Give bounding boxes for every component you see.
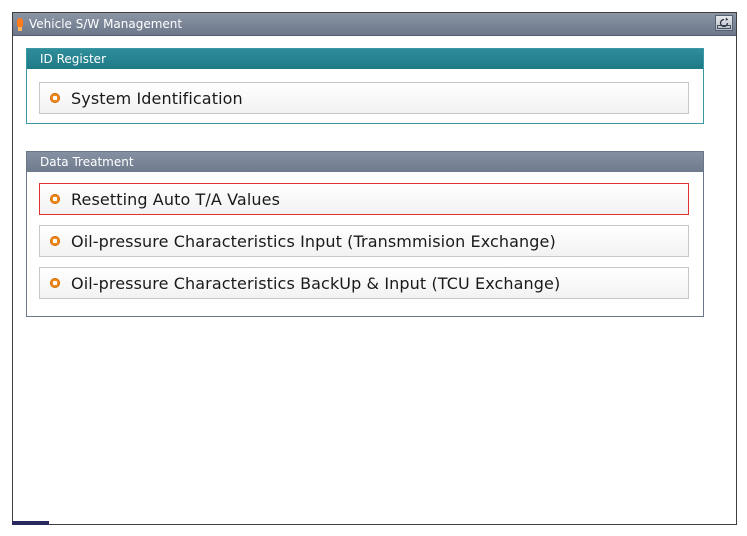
menu-item-label: Oil-pressure Characteristics BackUp & In… (71, 274, 561, 293)
system-identification-item[interactable]: System Identification (39, 82, 689, 114)
oil-pressure-backup-input-tcu-item[interactable]: Oil-pressure Characteristics BackUp & In… (39, 267, 689, 299)
data-treatment-panel: Data Treatment Resetting Auto T/A Values… (26, 151, 704, 317)
orange-bullet-icon (50, 236, 60, 246)
vehicle-sw-management-window: Vehicle S/W Management ID Register Syste… (12, 12, 737, 525)
title-bar: Vehicle S/W Management (13, 13, 736, 36)
orange-bullet-icon (50, 93, 60, 103)
title-bulb-icon (17, 18, 23, 31)
id-register-panel: ID Register System Identification (26, 48, 704, 124)
menu-item-label: System Identification (71, 89, 243, 108)
retry-icon (717, 17, 731, 29)
orange-bullet-icon (50, 278, 60, 288)
orange-bullet-icon (50, 194, 60, 204)
resetting-auto-ta-values-item[interactable]: Resetting Auto T/A Values (39, 183, 689, 215)
corner-marker (12, 521, 49, 525)
data-treatment-header: Data Treatment (27, 152, 703, 172)
menu-item-label: Resetting Auto T/A Values (71, 190, 280, 209)
retry-button[interactable] (715, 15, 733, 31)
window-title: Vehicle S/W Management (29, 17, 183, 31)
id-register-header: ID Register (27, 49, 703, 69)
oil-pressure-input-transmission-item[interactable]: Oil-pressure Characteristics Input (Tran… (39, 225, 689, 257)
menu-item-label: Oil-pressure Characteristics Input (Tran… (71, 232, 556, 251)
